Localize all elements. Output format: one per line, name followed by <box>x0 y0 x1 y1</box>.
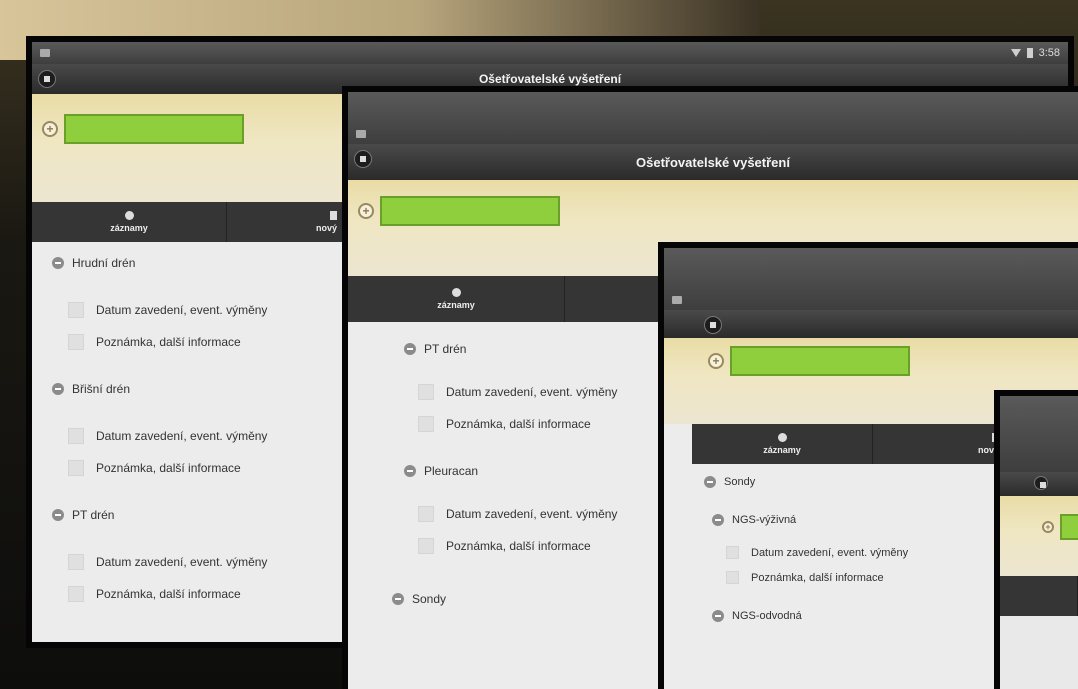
field-label: Poznámka, další informace <box>96 587 241 601</box>
tab-records-label: záznamy <box>110 223 148 233</box>
collapse-icon[interactable] <box>52 383 64 395</box>
tab-records-label: záznamy <box>763 445 801 455</box>
wifi-icon <box>1010 49 1021 57</box>
title-bar <box>664 310 1078 338</box>
section-label: NGS-odvodná <box>732 610 802 622</box>
collapse-icon[interactable] <box>712 514 724 526</box>
checkbox[interactable] <box>418 538 434 554</box>
field-label: Poznámka, další informace <box>96 461 241 475</box>
section-label: PT drén <box>72 508 115 522</box>
title-bar <box>1000 472 1078 496</box>
add-patient-button[interactable]: + <box>708 353 724 369</box>
collapse-icon[interactable] <box>704 476 716 488</box>
checkbox[interactable] <box>68 334 84 350</box>
checkbox[interactable] <box>68 460 84 476</box>
section-label: Hrudní drén <box>72 256 136 270</box>
checkbox[interactable] <box>68 302 84 318</box>
section-label: Pleuracan <box>424 464 479 478</box>
checkbox[interactable] <box>418 416 434 432</box>
checkbox[interactable] <box>68 586 84 602</box>
section-label: NGS-výživná <box>732 514 797 526</box>
battery-icon <box>1026 48 1033 58</box>
notification-icon <box>40 49 50 57</box>
status-bar <box>1000 396 1078 472</box>
menu-icon <box>451 288 461 297</box>
checkbox[interactable] <box>68 554 84 570</box>
clock: 3:58 <box>1038 47 1060 59</box>
tab-records-label: záznamy <box>437 300 475 310</box>
tab-new[interactable]: nový <box>227 202 346 242</box>
page-title: Ošetřovatelské vyšetření <box>636 154 790 170</box>
field-label: Datum zavedení, event. výměny <box>96 303 268 317</box>
tab-bar <box>1000 576 1078 616</box>
section-label: PT drén <box>424 342 467 356</box>
page-title: Ošetřovatelské vyšetření <box>478 72 622 86</box>
collapse-icon[interactable] <box>712 610 724 622</box>
title-bar: Ošetřovatelské vyšetření <box>348 144 1078 180</box>
field-label: Datum zavedení, event. výměny <box>96 429 268 443</box>
tab-new[interactable]: nový <box>873 424 1010 464</box>
screen-4: + <box>1000 396 1078 689</box>
tab-records[interactable]: záznamy <box>32 202 227 242</box>
checkbox[interactable] <box>418 506 434 522</box>
checkbox[interactable] <box>418 384 434 400</box>
field-label: Poznámka, další informace <box>96 335 241 349</box>
add-patient-button[interactable]: + <box>42 121 58 137</box>
notification-icon <box>356 130 366 138</box>
patient-header: + <box>1000 496 1078 576</box>
tab-new-label: nový <box>977 445 999 455</box>
checkbox[interactable] <box>726 546 739 559</box>
collapse-icon[interactable] <box>404 465 416 477</box>
status-bar: 3:58 <box>32 42 1068 64</box>
collapse-icon[interactable] <box>404 343 416 355</box>
tab-records[interactable]: záznamy <box>348 276 565 322</box>
document-icon <box>992 433 999 442</box>
field-label: Poznámka, další informace <box>446 417 591 431</box>
status-bar <box>348 92 1078 144</box>
collapse-icon[interactable] <box>52 257 64 269</box>
home-icon[interactable] <box>354 150 372 168</box>
field-label: Poznámka, další informace <box>446 539 591 553</box>
tab-new-label: nový <box>315 223 337 233</box>
status-bar <box>664 248 1078 310</box>
home-icon[interactable] <box>1034 476 1048 490</box>
home-icon[interactable] <box>704 316 722 334</box>
tab-records[interactable] <box>1000 576 1078 616</box>
patient-name-redacted <box>1060 514 1078 540</box>
field-label: Poznámka, další informace <box>751 571 884 584</box>
patient-name-redacted <box>730 346 910 376</box>
field-label: Datum zavedení, event. výměny <box>446 507 618 521</box>
field-label: Datum zavedení, event. výměny <box>751 546 909 559</box>
add-patient-button[interactable]: + <box>358 203 374 219</box>
checkbox[interactable] <box>68 428 84 444</box>
notification-icon <box>672 296 682 304</box>
title-bar: Ošetřovatelské vyšetření <box>32 64 1068 94</box>
section-label: Sondy <box>724 476 756 488</box>
field-label: Datum zavedení, event. výměny <box>96 555 268 569</box>
section-label: Sondy <box>412 592 447 606</box>
checkbox[interactable] <box>726 571 739 584</box>
patient-name-redacted <box>64 114 244 144</box>
tablet-screen-4: + <box>1000 396 1078 689</box>
menu-icon <box>124 211 134 220</box>
home-icon[interactable] <box>38 70 56 88</box>
document-icon <box>330 211 337 220</box>
tab-records[interactable]: záznamy <box>692 424 873 464</box>
patient-name-redacted <box>380 196 560 226</box>
collapse-icon[interactable] <box>52 509 64 521</box>
add-patient-button[interactable]: + <box>1042 521 1054 533</box>
menu-icon <box>777 433 787 442</box>
section-label: Břišní drén <box>72 382 131 396</box>
field-label: Datum zavedení, event. výměny <box>446 385 618 399</box>
collapse-icon[interactable] <box>392 593 404 605</box>
